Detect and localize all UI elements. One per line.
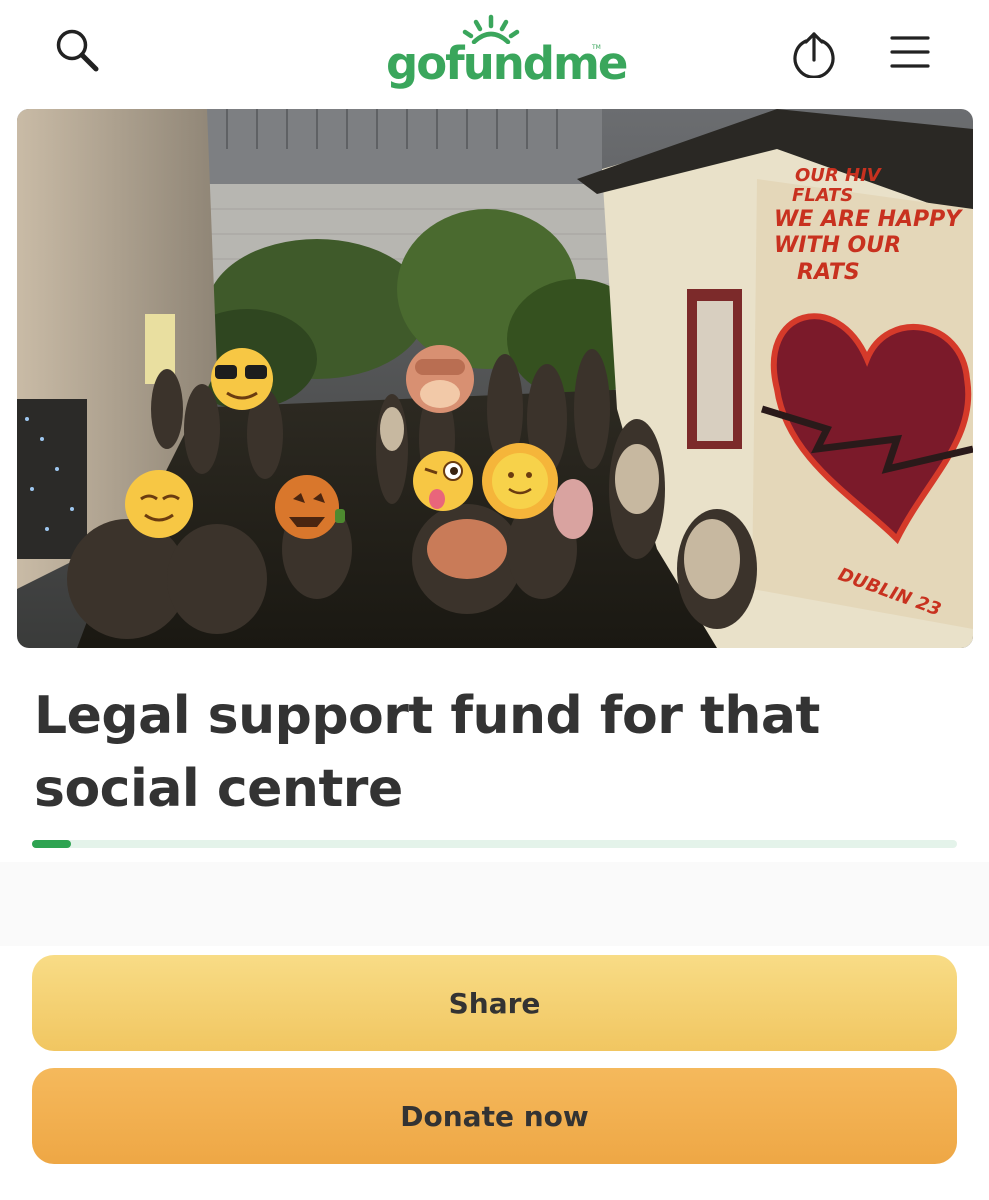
mural-text-line-1: OUR HIV <box>795 165 883 186</box>
emoji-winking-tongue-face <box>413 451 473 511</box>
emoji-sunglasses-face <box>211 348 273 410</box>
emoji-relieved-face <box>125 470 193 538</box>
courtyard-party-photo: OUR HIV FLATS WE ARE HAPPY WITH OUR RATS… <box>17 109 973 648</box>
redacted-area <box>0 862 989 946</box>
hamburger-menu-icon <box>890 36 930 68</box>
campaign-hero-photo[interactable]: OUR HIV FLATS WE ARE HAPPY WITH OUR RATS… <box>17 109 973 648</box>
search-icon <box>56 29 99 72</box>
hamburger-menu-button[interactable] <box>886 34 934 70</box>
mural-text-line-5: RATS <box>797 260 860 285</box>
emoji-see-no-evil-monkey <box>406 345 474 413</box>
logo-wordmark: gofundme <box>386 37 628 90</box>
campaign-title: Legal support fund for that social centr… <box>34 686 820 819</box>
mural-text-line-2: FLATS <box>792 185 853 206</box>
top-nav-bar: gofundme TM <box>0 0 989 108</box>
upload-share-icon <box>793 32 835 78</box>
search-button[interactable] <box>52 26 106 76</box>
trademark-mark: TM <box>592 44 601 51</box>
mural-text-line-3: WE ARE HAPPY <box>774 207 963 232</box>
gofundme-logo[interactable]: gofundme TM <box>386 14 628 94</box>
donation-progress-fill <box>32 840 71 848</box>
mural-text-line-4: WITH OUR <box>774 233 901 258</box>
share-button[interactable]: Share <box>32 955 957 1051</box>
emoji-sun-with-face <box>482 443 558 519</box>
donate-now-button[interactable]: Donate now <box>32 1068 957 1164</box>
share-icon-button[interactable] <box>790 28 838 78</box>
donation-progress-bar <box>32 840 957 848</box>
